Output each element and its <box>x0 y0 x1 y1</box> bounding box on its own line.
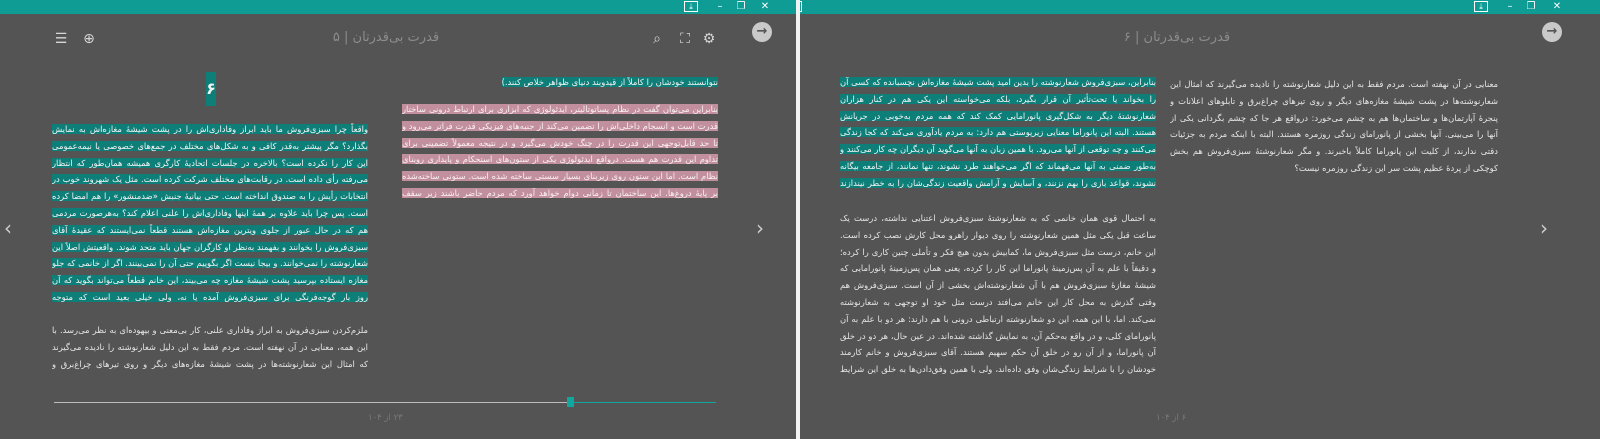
page-header-title: قدرت بی‌قدرتان | ۵ <box>332 30 440 45</box>
highlight-pink: بنابراین می‌توان گفت در نظام پساتوتالیتر… <box>402 104 718 203</box>
page-indicator: ۶ از ۱۰۴ <box>1156 413 1187 423</box>
reader-window-right: ⤓ ⤓ – ❐ ✕ → قدرت بی‌قدرتان | ۶ ‹ › معنای… <box>800 0 1600 439</box>
settings-icon[interactable]: ⚙ <box>700 31 718 49</box>
download-icon[interactable]: ⤓ <box>1474 1 1488 12</box>
chapter-number: ۶ <box>206 72 216 106</box>
reading-progress-bar[interactable] <box>54 397 716 407</box>
title-bar: ⤓ ⤓ – ❐ ✕ <box>800 0 1600 14</box>
back-arrow-icon[interactable]: → <box>752 22 772 42</box>
next-page-icon[interactable]: › <box>1540 218 1548 238</box>
highlight-teal: نتوانستند خودشان را کاملاً از قیدوبند دن… <box>501 77 718 87</box>
paragraph: به احتمال قوی همان خانمی که به شعارنوشته… <box>840 213 1156 375</box>
page-indicator: ۲۳ از ۱۰۴ <box>368 413 403 423</box>
highlight-teal: واقعاً چرا سبزی‌فروش ما باید ابراز وفادا… <box>52 124 368 307</box>
paragraph: معنایی در آن نهفته است. مردم فقط به این … <box>1170 79 1498 173</box>
title-bar: ⤓ – ❐ ✕ <box>0 0 796 14</box>
close-icon[interactable]: ✕ <box>754 0 776 14</box>
restore-icon[interactable]: ❐ <box>730 0 752 14</box>
paragraph: ملزم‌کردن سبزی‌فروش به ابراز وفاداری علن… <box>52 325 368 369</box>
reader-window-left: ⤓ – ❐ ✕ → ☰ ⊕ قدرت بی‌قدرتان | ۵ ⌕ ⛶ ⚙ ‹… <box>0 0 796 439</box>
search-icon[interactable]: ⌕ <box>648 31 666 49</box>
paragraph: بنابراین می‌توان گفت در نظام پساتوتالیتر… <box>402 101 718 203</box>
highlight-teal: بنابراین، سبزی‌فروش شعارنوشته را بدین ام… <box>840 77 1156 194</box>
paragraph: بنابراین، سبزی‌فروش شعارنوشته را بدین ام… <box>840 74 1156 194</box>
close-icon[interactable]: ✕ <box>1546 0 1568 14</box>
paragraph: نتوانستند خودشان را کاملاً از قیدوبند دن… <box>402 74 718 91</box>
page-header-title: قدرت بی‌قدرتان | ۶ <box>1123 30 1231 45</box>
minimize-icon[interactable]: – <box>709 0 731 14</box>
restore-icon[interactable]: ❐ <box>1520 0 1542 14</box>
prev-page-icon[interactable]: ‹ <box>4 218 12 238</box>
sidebar-toggle-icon[interactable]: ⤓ <box>800 1 802 12</box>
back-arrow-icon[interactable]: → <box>1542 22 1562 42</box>
next-page-icon[interactable]: › <box>756 218 764 238</box>
paragraph: واقعاً چرا سبزی‌فروش ما باید ابراز وفادا… <box>52 121 368 307</box>
progress-thumb[interactable] <box>567 397 574 407</box>
zoom-icon[interactable]: ⊕ <box>80 31 98 49</box>
minimize-icon[interactable]: – <box>1499 0 1521 14</box>
download-icon[interactable]: ⤓ <box>684 1 698 12</box>
fullscreen-icon[interactable]: ⛶ <box>676 31 694 49</box>
progress-fill <box>570 402 716 403</box>
list-icon[interactable]: ☰ <box>52 31 70 49</box>
